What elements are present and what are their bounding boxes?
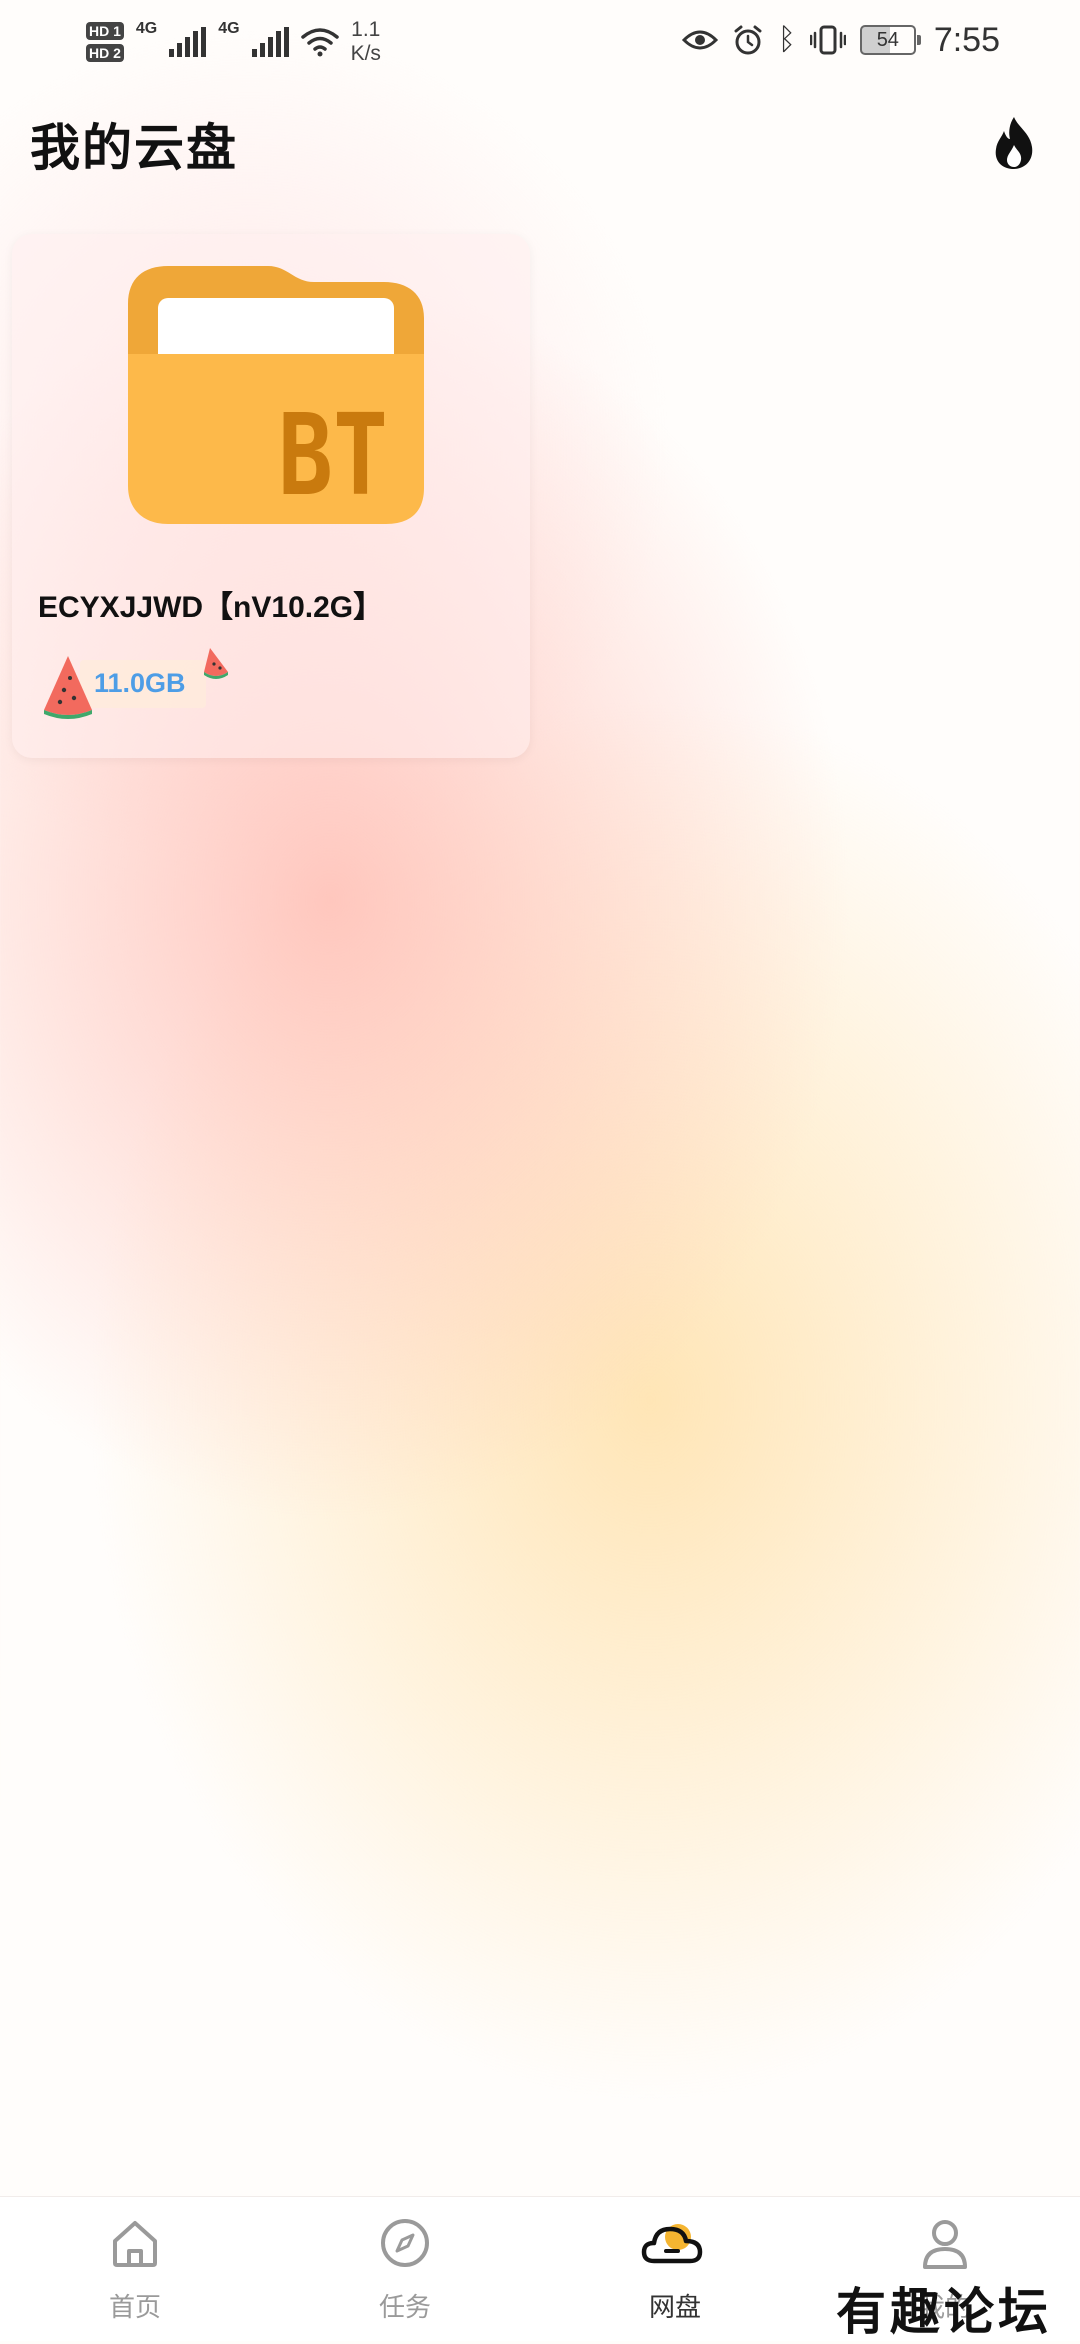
- sim1-hd-badge: HD 1: [86, 22, 124, 40]
- nav-item-cloud[interactable]: 网盘: [540, 2197, 810, 2341]
- folder-size: 11.0GB: [94, 668, 186, 698]
- sim-tags: HD 1 HD 2: [86, 22, 124, 62]
- home-icon: [113, 2221, 157, 2267]
- watermelon-small-icon: [204, 648, 228, 679]
- nav-item-tasks[interactable]: 任务: [270, 2197, 540, 2341]
- user-icon: [923, 2220, 967, 2269]
- bluetooth-icon: ᛒ: [777, 23, 796, 56]
- signal-strength-2-icon: [251, 27, 289, 57]
- network-speed-value: 1.1: [351, 18, 381, 41]
- folder-name: ECYXJJWD【nV10.2G】: [38, 591, 384, 624]
- status-left: HD 1 HD 2 4G 4G 1.1 K/s: [86, 14, 381, 70]
- cloud-icon: [641, 2224, 703, 2264]
- clock: 7:55: [933, 20, 1000, 59]
- folder-thumbnail-label: BT: [278, 391, 388, 521]
- compass-icon: [381, 2219, 429, 2267]
- battery-level: 54: [876, 29, 899, 51]
- alarm-icon: [734, 25, 762, 55]
- folder-size-badge: 11.0GB: [42, 646, 232, 720]
- forum-watermark: 有趣论坛: [836, 2282, 1052, 2341]
- signal-strength-1-icon: [169, 27, 207, 57]
- battery-icon: 54: [859, 25, 921, 55]
- watermelon-icon: [44, 656, 92, 719]
- flame-icon[interactable]: [990, 115, 1040, 171]
- network-type-2: 4G: [218, 20, 240, 37]
- bt-folder-icon: BT: [128, 266, 424, 524]
- nav-item-home[interactable]: 首页: [0, 2197, 270, 2341]
- network-type-1: 4G: [135, 20, 158, 37]
- nav-label-tasks: 任务: [378, 2292, 431, 2322]
- vibrate-icon: [809, 25, 846, 55]
- status-bar: HD 1 HD 2 4G 4G 1.1 K/s ᛒ 54 7:55: [0, 0, 1080, 80]
- network-speed: 1.1 K/s: [351, 18, 381, 66]
- nav-label-home: 首页: [108, 2292, 161, 2322]
- status-right: ᛒ 54 7:55: [681, 18, 1000, 62]
- network-speed-unit: K/s: [350, 42, 381, 65]
- sim2-hd-badge: HD 2: [86, 44, 124, 62]
- nav-label-cloud: 网盘: [648, 2292, 701, 2322]
- wifi-icon: [300, 28, 339, 57]
- eye-icon: [681, 30, 718, 50]
- page-title: 我的云盘: [30, 120, 238, 176]
- folder-card[interactable]: BT ECYXJJWD【nV10.2G】 11.0GB: [12, 234, 530, 758]
